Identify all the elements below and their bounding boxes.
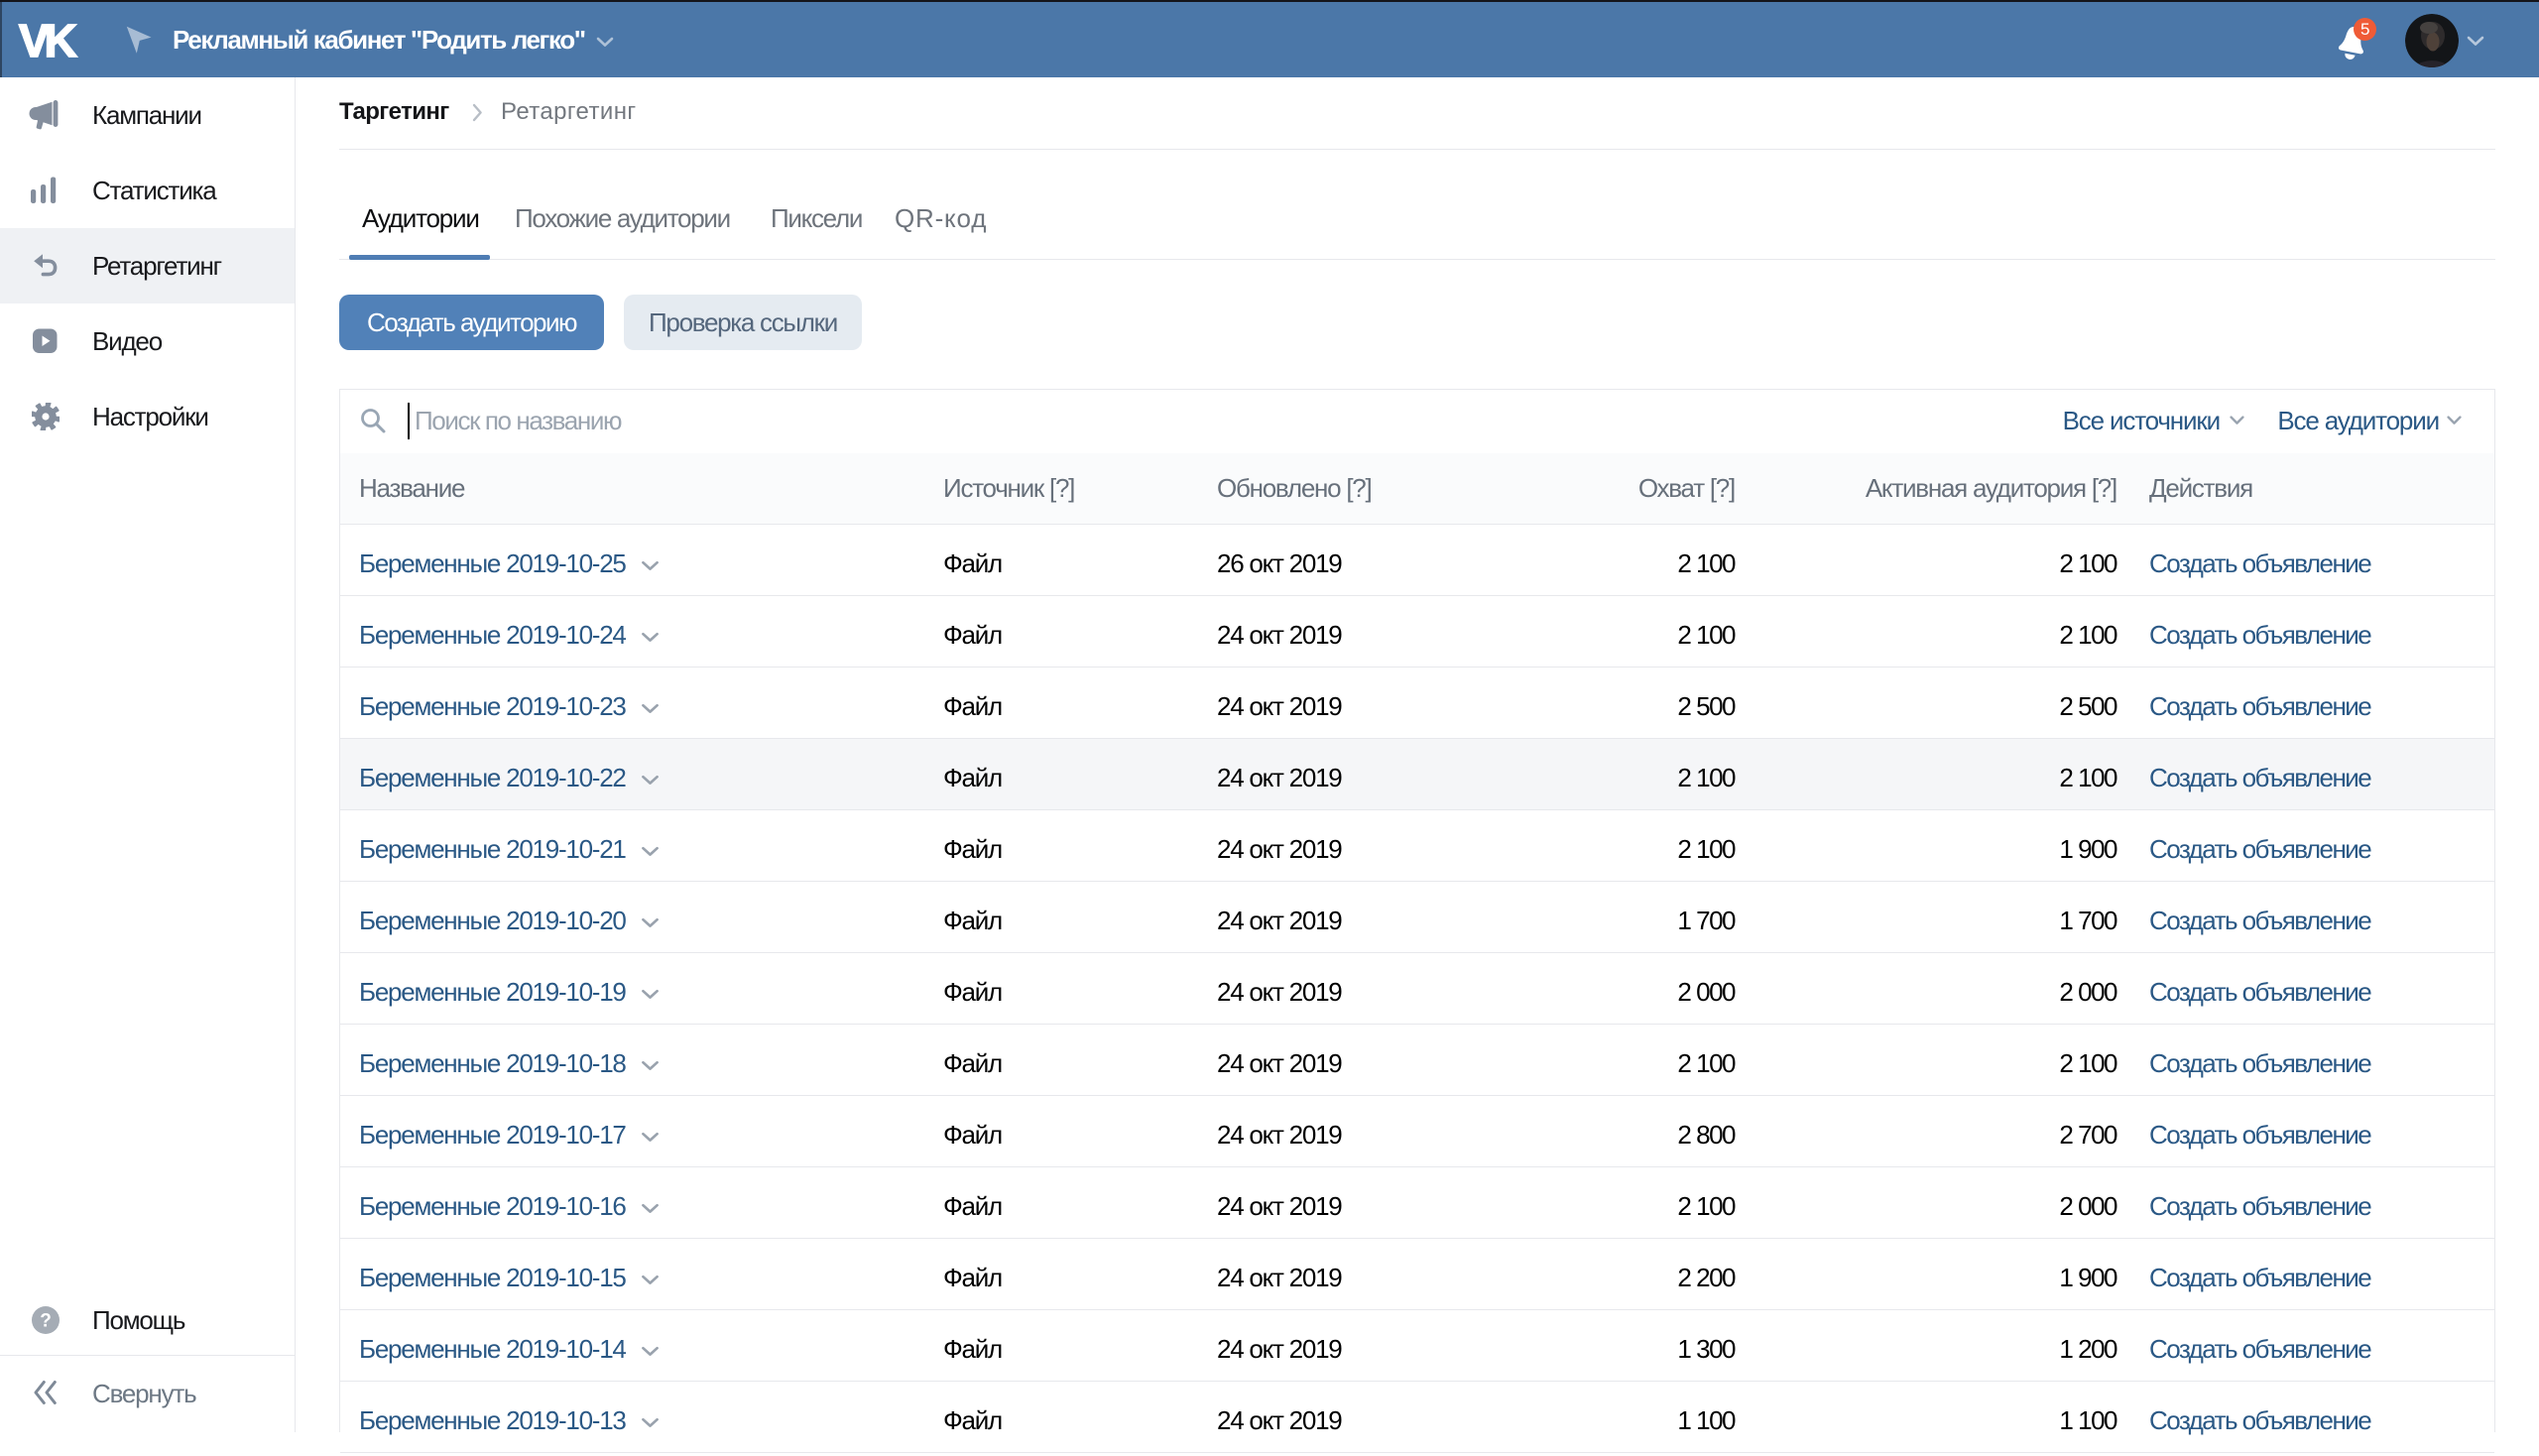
svg-text:?: ?: [40, 1311, 52, 1332]
